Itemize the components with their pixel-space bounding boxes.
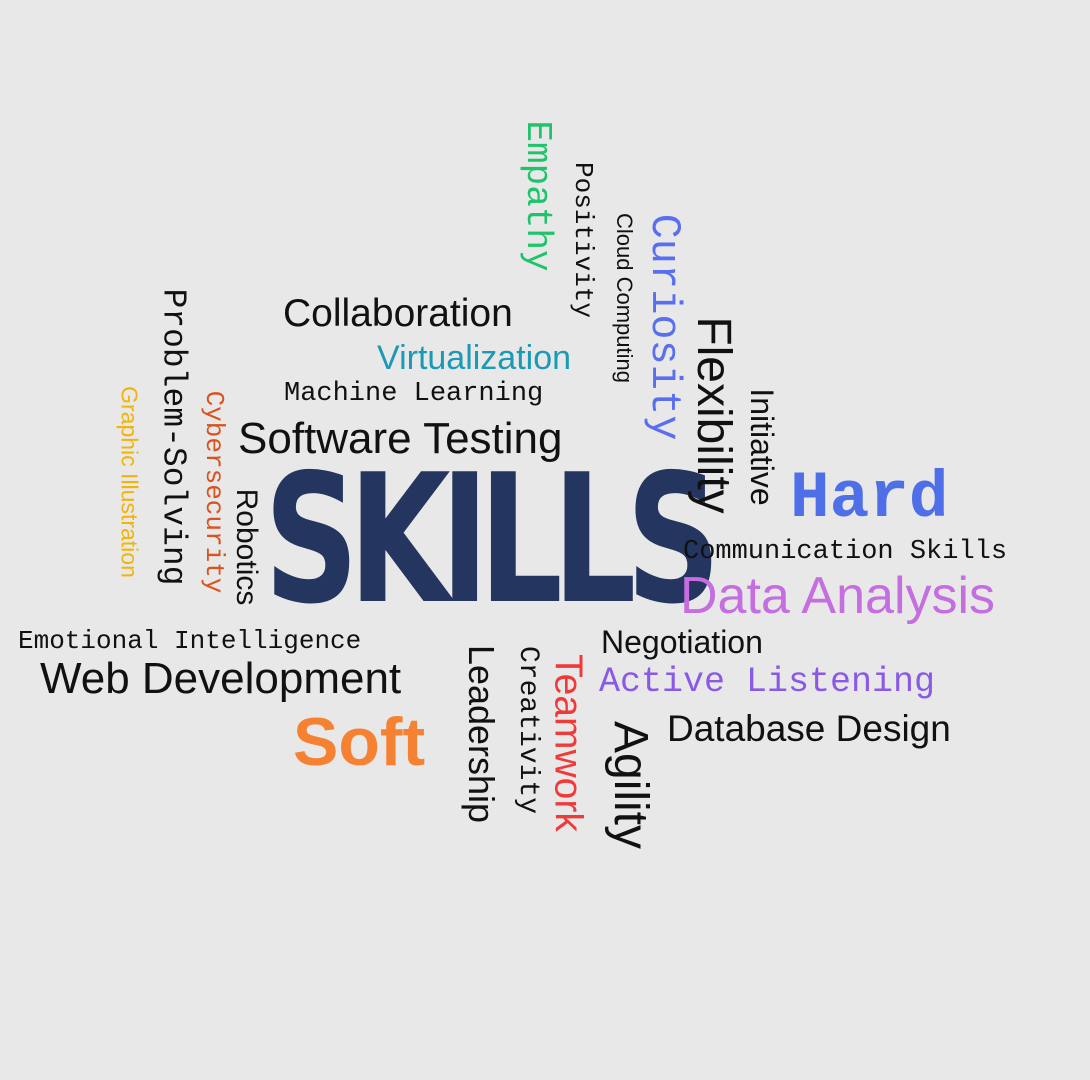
word-robotics: Robotics xyxy=(230,488,263,606)
word-database-design: Database Design xyxy=(667,708,951,749)
word-creativity: Creativity xyxy=(512,645,543,815)
word-soft: Soft xyxy=(293,704,426,780)
word-collaboration: Collaboration xyxy=(283,292,513,335)
word-problem-solving: Problem-Solving xyxy=(154,288,192,586)
word-machine-learning: Machine Learning xyxy=(284,379,544,409)
word-skills: SKILLS xyxy=(264,436,721,643)
word-negotiation: Negotiation xyxy=(601,624,763,660)
word-cloud: SKILLS Hard Soft Collaboration Virtualiz… xyxy=(0,0,1090,1080)
word-leadership: Leadership xyxy=(461,644,502,824)
word-teamwork: Teamwork xyxy=(546,654,590,832)
word-cloud-computing: Cloud Computing xyxy=(612,213,637,383)
word-agility: Agility xyxy=(604,720,657,850)
word-software-testing: Software Testing xyxy=(238,414,563,463)
word-initiative: Initiative xyxy=(744,388,780,506)
word-emotional-intelligence: Emotional Intelligence xyxy=(18,626,362,656)
word-communication-skills: Communication Skills xyxy=(683,537,1008,567)
word-active-listening: Active Listening xyxy=(599,662,936,702)
word-web-development: Web Development xyxy=(40,654,402,703)
word-graphic-illustration: Graphic Illustration xyxy=(116,386,143,578)
word-flexibility: Flexibility xyxy=(687,316,740,514)
word-virtualization: Virtualization xyxy=(377,339,572,377)
word-cybersecurity: Cybersecurity xyxy=(199,390,229,594)
word-empathy: Empathy xyxy=(517,120,558,272)
word-positivity: Positivity xyxy=(568,161,598,319)
word-curiosity: Curiosity xyxy=(640,213,688,441)
word-data-analysis: Data Analysis xyxy=(680,567,996,625)
word-hard: Hard xyxy=(790,461,949,536)
